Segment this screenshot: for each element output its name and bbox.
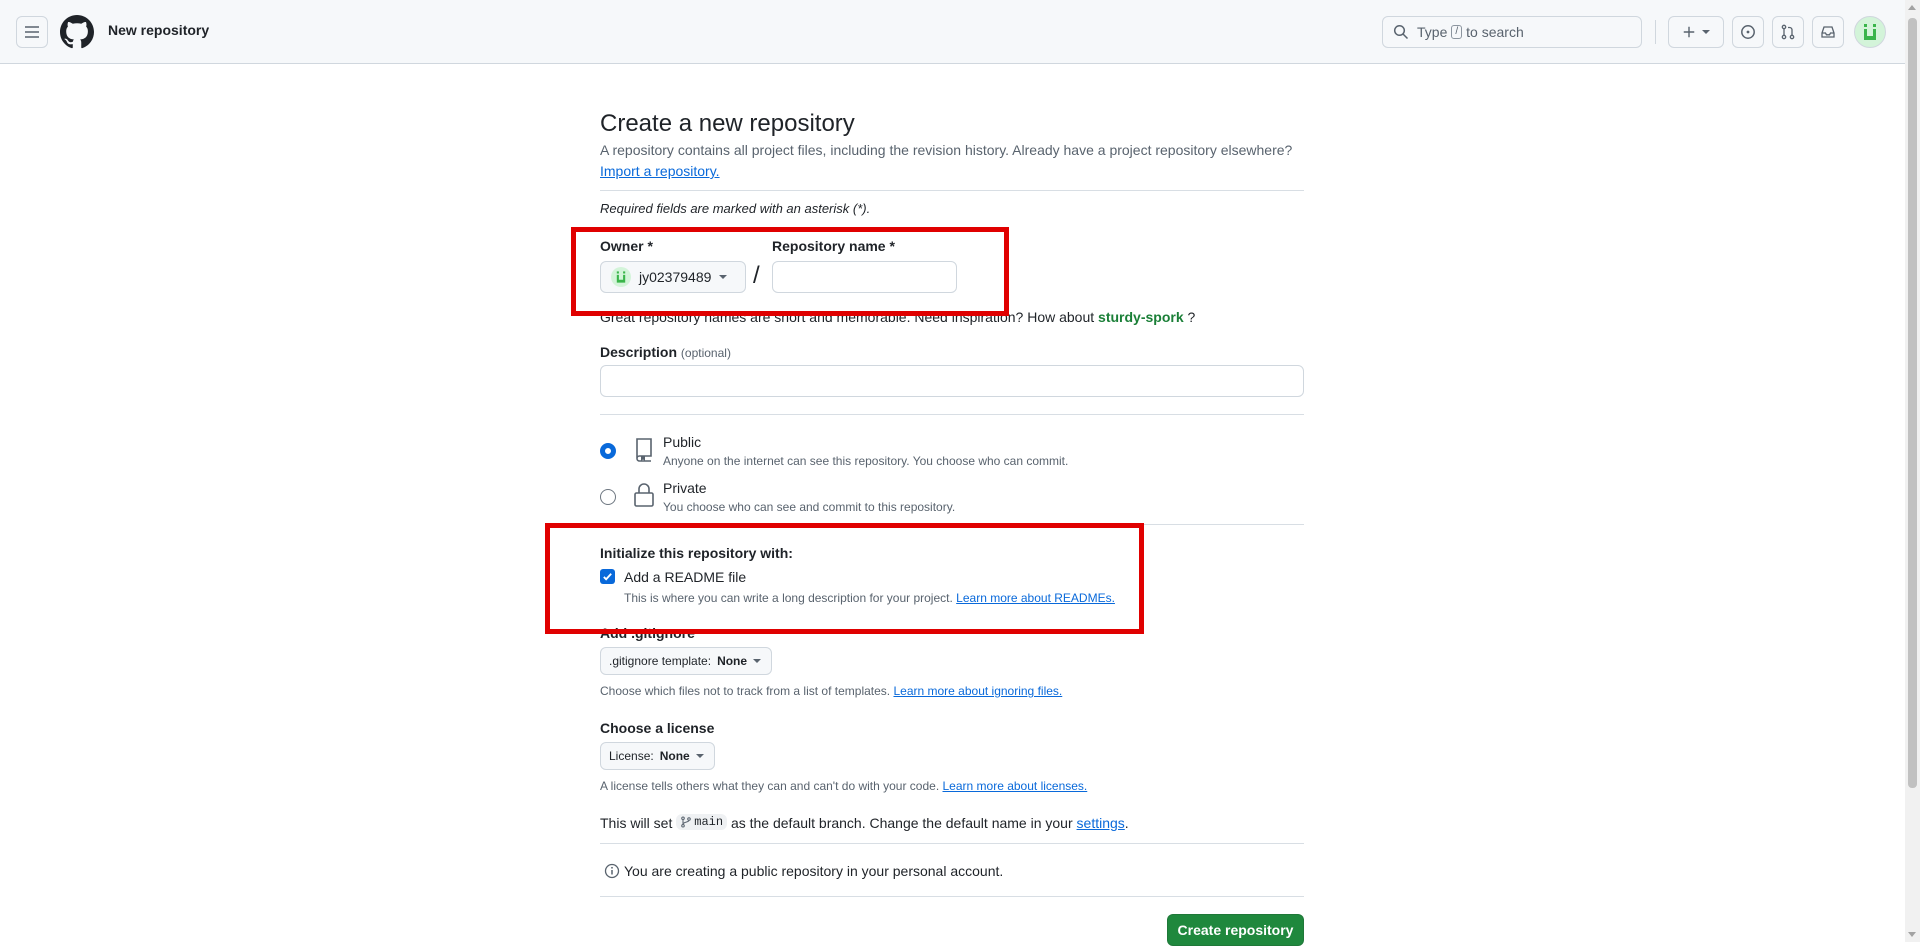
branch-middle-text: as the default branch. Change the defaul…: [730, 815, 1073, 831]
pull-requests-button[interactable]: [1772, 16, 1804, 48]
private-title: Private: [663, 480, 707, 496]
chevron-down-icon: [753, 659, 762, 663]
search-icon: [1393, 24, 1409, 40]
branch-name: main: [694, 815, 724, 829]
private-radio[interactable]: [600, 489, 616, 505]
divider: [600, 896, 1304, 897]
issues-icon: [1741, 25, 1755, 39]
gitignore-template-dropdown[interactable]: .gitignore template: None: [600, 647, 773, 675]
hamburger-menu-button[interactable]: [16, 16, 48, 48]
divider: [600, 843, 1304, 844]
scrollbar-thumb[interactable]: [1908, 18, 1917, 788]
visibility-public-option[interactable]: Public Anyone on the internet can see th…: [600, 434, 1304, 474]
header-divider: [1655, 20, 1656, 44]
hint-suffix: ?: [1187, 309, 1196, 325]
gitignore-value: None: [717, 654, 748, 668]
inbox-icon: [1821, 26, 1835, 38]
license-dropdown[interactable]: License: None: [600, 742, 715, 770]
page-scrollbar[interactable]: [1905, 0, 1920, 942]
info-icon: [604, 863, 620, 879]
name-suggestion-link[interactable]: sturdy-spork: [1098, 309, 1184, 325]
create-new-button[interactable]: [1668, 16, 1724, 48]
divider: [600, 414, 1304, 415]
lock-icon: [634, 483, 654, 507]
top-navigation-bar: New repository Type / to search: [0, 0, 1905, 64]
gitignore-description: Choose which files not to track from a l…: [600, 684, 1062, 698]
pull-request-icon: [1781, 24, 1795, 40]
branch-end: .: [1124, 815, 1129, 831]
chevron-down-icon: [1702, 30, 1710, 34]
scroll-up-arrow-icon[interactable]: [1908, 5, 1916, 10]
plus-icon: [1683, 26, 1695, 38]
user-avatar-button[interactable]: [1854, 16, 1886, 48]
divider: [600, 190, 1304, 191]
visibility-private-option[interactable]: Private You choose who can see and commi…: [600, 480, 1304, 520]
repo-icon: [636, 438, 652, 462]
public-description: Anyone on the internet can see this repo…: [663, 454, 1069, 468]
annotation-box-owner-name: [571, 227, 1009, 316]
github-logo-icon[interactable]: [60, 15, 94, 49]
public-title: Public: [663, 434, 702, 450]
required-fields-note: Required fields are marked with an aster…: [600, 201, 871, 216]
branch-prefix: This will set: [600, 815, 673, 831]
info-note: You are creating a public repository in …: [604, 863, 1003, 879]
search-shortcut-key: /: [1451, 25, 1463, 39]
gitignore-learn-more-link[interactable]: Learn more about ignoring files.: [893, 684, 1062, 698]
description-label: Description (optional): [600, 344, 731, 360]
create-repository-button[interactable]: Create repository: [1167, 914, 1304, 946]
search-input[interactable]: Type / to search: [1382, 16, 1642, 48]
settings-link[interactable]: settings: [1077, 815, 1125, 831]
license-value: None: [659, 749, 690, 763]
public-radio[interactable]: [600, 443, 616, 459]
scroll-down-arrow-icon[interactable]: [1908, 932, 1916, 937]
search-placeholder-end: to search: [1466, 24, 1524, 40]
page-subtitle: A repository contains all project files,…: [600, 142, 1293, 158]
info-note-text: You are creating a public repository in …: [624, 863, 1004, 879]
avatar-icon: [1864, 24, 1876, 40]
license-prefix: License:: [609, 749, 654, 763]
description-input[interactable]: [600, 365, 1304, 397]
optional-tag: (optional): [680, 346, 731, 360]
default-branch-badge: main: [676, 814, 728, 830]
issues-button[interactable]: [1732, 16, 1764, 48]
license-label: Choose a license: [600, 720, 715, 736]
chevron-down-icon: [695, 754, 704, 758]
license-learn-more-link[interactable]: Learn more about licenses.: [943, 779, 1088, 793]
branch-icon: [681, 816, 692, 828]
page-title: Create a new repository: [600, 110, 855, 137]
gitignore-description-text: Choose which files not to track from a l…: [600, 684, 891, 698]
inbox-button[interactable]: [1812, 16, 1844, 48]
search-placeholder-start: Type: [1417, 24, 1448, 40]
default-branch-note: This will set main as the default branch…: [600, 814, 1129, 831]
page-context-title[interactable]: New repository: [108, 22, 209, 38]
license-description-text: A license tells others what they can and…: [600, 779, 940, 793]
license-description: A license tells others what they can and…: [600, 779, 1087, 793]
import-repository-link[interactable]: Import a repository.: [600, 163, 720, 179]
description-label-text: Description: [600, 344, 678, 360]
private-description: You choose who can see and commit to thi…: [663, 500, 956, 514]
hamburger-icon: [25, 26, 39, 38]
annotation-box-initialize: [545, 523, 1144, 634]
gitignore-prefix: .gitignore template:: [609, 654, 712, 668]
